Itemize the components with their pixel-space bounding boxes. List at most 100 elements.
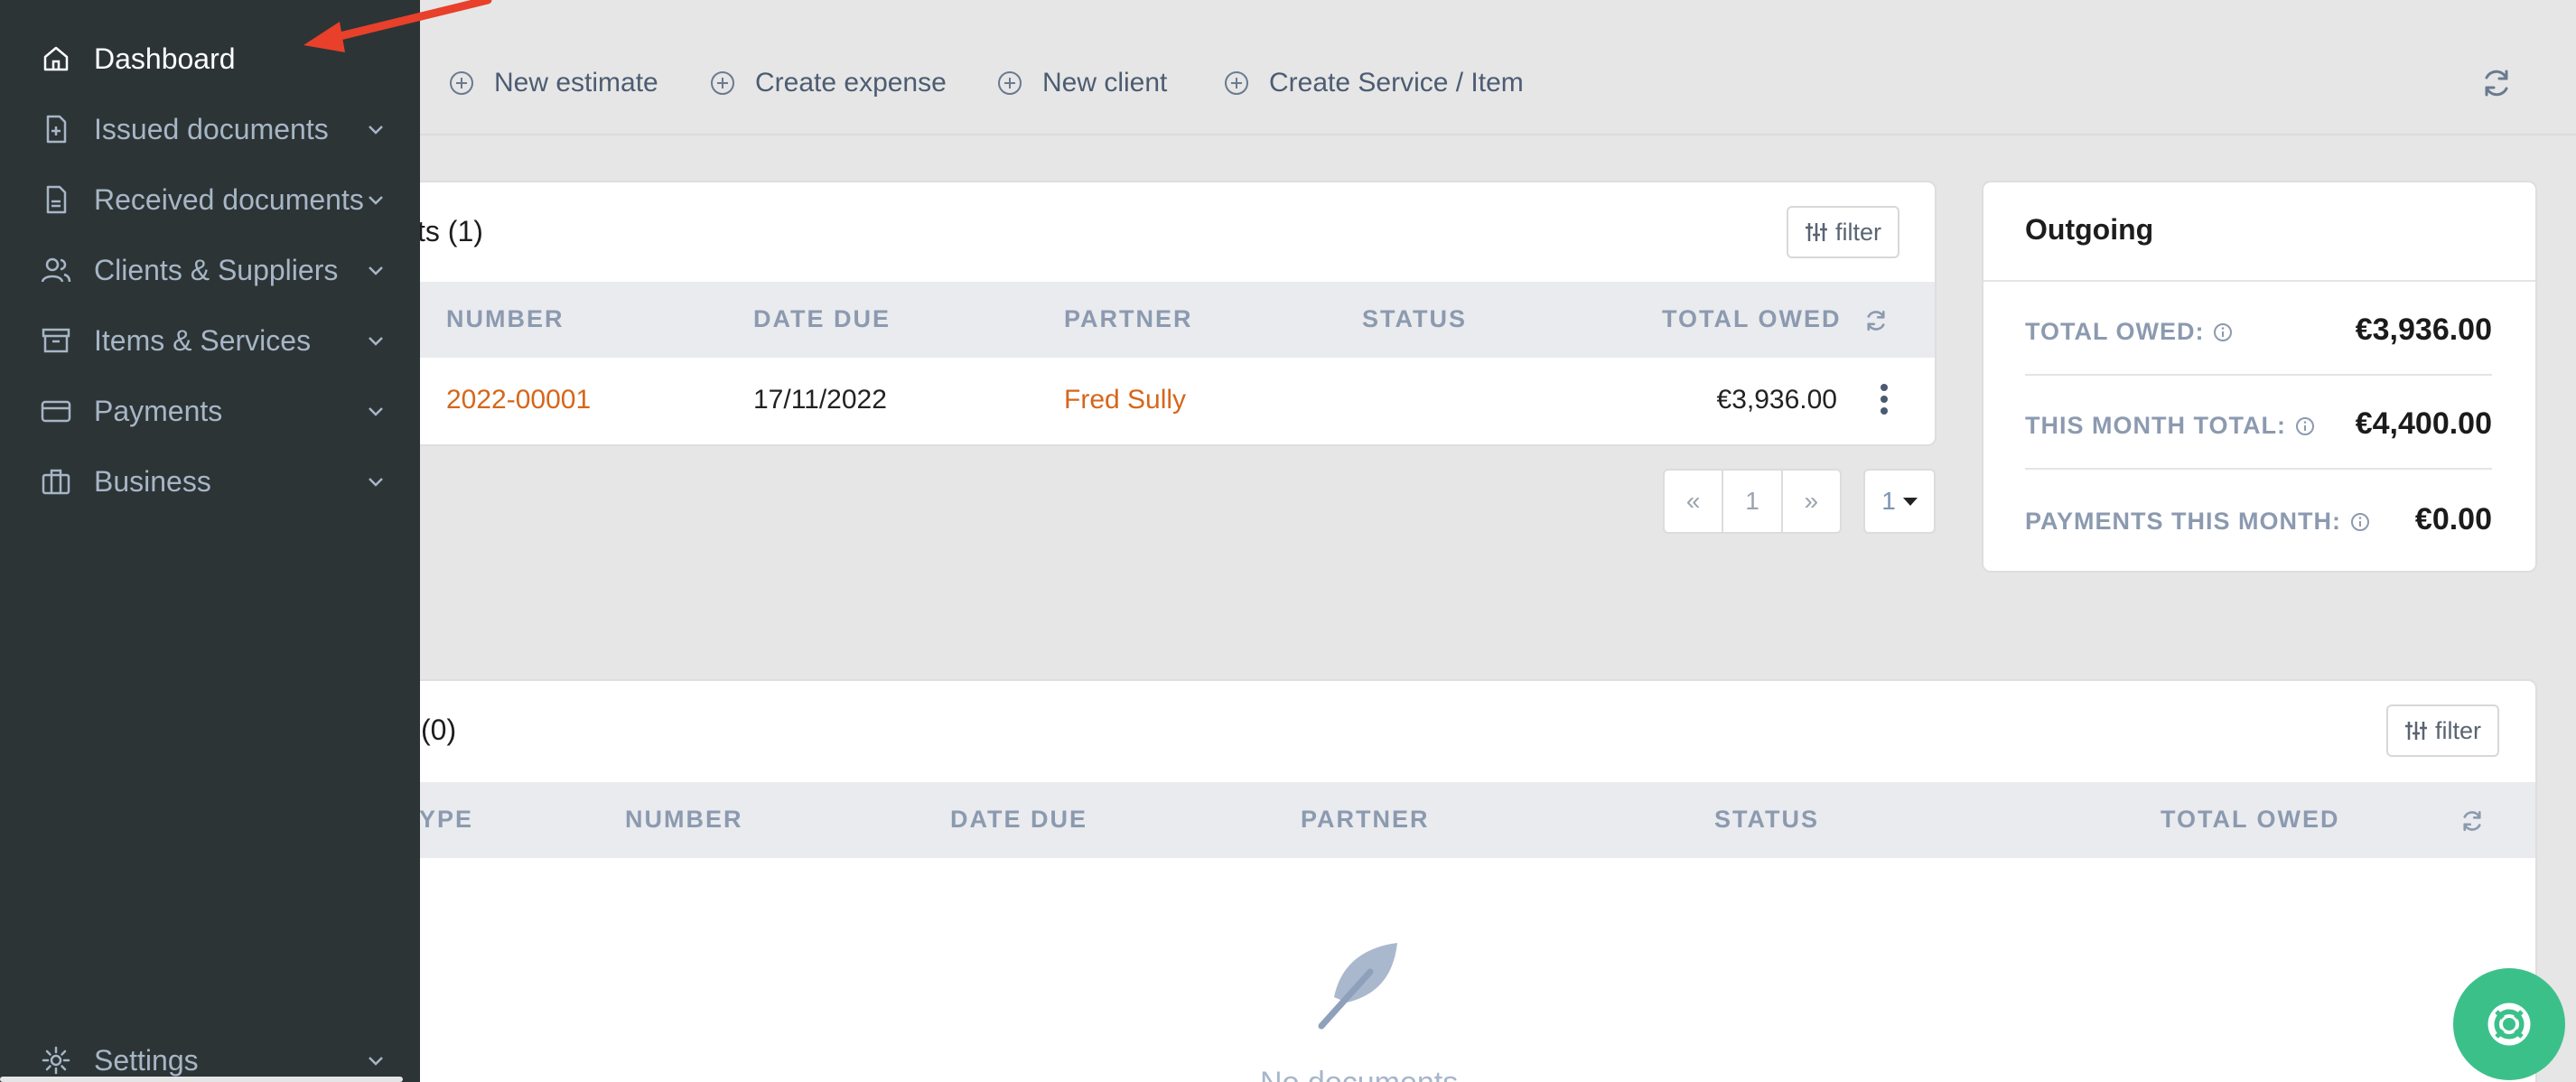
empty-state-text: No documents	[1260, 1066, 1458, 1082]
col-status[interactable]: STATUS	[1362, 305, 1467, 333]
col-number[interactable]: NUMBER	[446, 305, 565, 333]
refresh-icon[interactable]	[2459, 807, 2486, 835]
col-date-due[interactable]: DATE DUE	[753, 305, 891, 333]
chevron-down-icon	[369, 1057, 383, 1066]
gear-icon	[42, 1046, 70, 1075]
annotation-arrow	[303, 0, 492, 52]
info-icon[interactable]	[2295, 416, 2315, 436]
info-icon[interactable]	[2350, 512, 2370, 532]
total-owed-label-text: TOTAL OWED:	[2025, 318, 2205, 345]
issued-card-title: ts (1)	[417, 215, 483, 247]
filter-label: filter	[1835, 218, 1882, 246]
sidebar-item-label: Payments	[94, 394, 223, 427]
new-client-button[interactable]: New client	[997, 65, 1167, 101]
scrollbar[interactable]	[0, 1077, 403, 1082]
info-icon[interactable]	[2213, 322, 2233, 342]
filter-button[interactable]: filter	[2386, 704, 2500, 757]
plus-circle-icon	[998, 71, 1022, 95]
partner-link[interactable]: Fred Sully	[1064, 385, 1186, 415]
chevron-down-icon	[369, 337, 383, 346]
table-row[interactable]: 2022-00001 17/11/2022 Fred Sully €3,936.…	[381, 358, 1935, 444]
total-owed-value: €3,936.00	[2355, 312, 2492, 347]
prev-page-button[interactable]: «	[1665, 471, 1724, 532]
create-expense-label: Create expense	[755, 68, 947, 98]
sidebar-item-label: Received documents	[94, 182, 364, 216]
sidebar-item-payments[interactable]: Payments	[0, 384, 420, 438]
this-month-total-label-text: THIS MONTH TOTAL:	[2025, 412, 2286, 439]
col-total-owed[interactable]: TOTAL OWED	[1662, 305, 1842, 333]
chevron-down-icon	[369, 478, 383, 487]
chevron-down-icon	[369, 407, 383, 416]
col-partner[interactable]: PARTNER	[1064, 305, 1193, 333]
sliders-icon	[2405, 722, 2427, 740]
table-header: YPE NUMBER DATE DUE PARTNER STATUS TOTAL…	[381, 782, 2535, 858]
document-number-link[interactable]: 2022-00001	[446, 385, 591, 415]
per-page-value: 1	[1881, 487, 1896, 515]
col-type[interactable]: YPE	[419, 806, 473, 834]
col-partner[interactable]: PARTNER	[1301, 806, 1430, 834]
filter-button[interactable]: filter	[1787, 206, 1900, 258]
archive-box-icon	[42, 328, 70, 353]
plus-circle-icon	[1225, 71, 1248, 95]
support-button[interactable]	[2453, 968, 2565, 1080]
create-service-button[interactable]: Create Service / Item	[1224, 65, 1524, 101]
sliders-icon	[1806, 223, 1827, 241]
sidebar-item-issued-documents[interactable]: Issued documents	[0, 102, 420, 156]
users-icon	[41, 257, 71, 283]
document-icon	[46, 185, 67, 214]
plus-circle-icon	[711, 71, 734, 95]
col-status[interactable]: STATUS	[1714, 806, 1819, 834]
col-number[interactable]: NUMBER	[625, 806, 743, 834]
new-client-label: New client	[1042, 68, 1168, 98]
caret-down-icon	[1902, 497, 1918, 506]
sidebar-item-label: Business	[94, 464, 211, 498]
this-month-total-value: €4,400.00	[2355, 406, 2492, 441]
sidebar-item-business[interactable]: Business	[0, 454, 420, 508]
briefcase-icon	[42, 469, 70, 495]
refresh-icon[interactable]	[2478, 65, 2515, 101]
sidebar-item-label: Issued documents	[94, 112, 329, 145]
filter-label: filter	[2435, 716, 2482, 744]
new-estimate-label: New estimate	[494, 68, 658, 98]
col-date-due[interactable]: DATE DUE	[950, 806, 1087, 834]
sidebar-item-clients-suppliers[interactable]: Clients & Suppliers	[0, 243, 420, 297]
sidebar: Dashboard Issued documents Received docu…	[0, 0, 420, 1082]
next-page-button[interactable]: »	[1783, 471, 1840, 532]
credit-card-icon	[41, 400, 71, 423]
more-vertical-icon[interactable]	[1879, 383, 1890, 415]
feather-icon	[1318, 943, 1397, 1030]
payments-this-month-label-text: PAYMENTS THIS MONTH:	[2025, 508, 2342, 535]
chevron-down-icon	[369, 266, 383, 275]
create-service-label: Create Service / Item	[1269, 68, 1524, 98]
sidebar-item-settings[interactable]: Settings	[0, 1033, 420, 1082]
payments-this-month-row: PAYMENTS THIS MONTH: €0.00	[2025, 471, 2492, 565]
outgoing-title: Outgoing	[2025, 213, 2154, 246]
received-card-title: (0)	[421, 714, 457, 746]
table-header: NUMBER DATE DUE PARTNER STATUS TOTAL OWE…	[381, 282, 1935, 358]
chevron-down-icon	[369, 196, 383, 205]
create-expense-button[interactable]: Create expense	[710, 65, 947, 101]
home-icon	[43, 46, 69, 71]
payments-this-month-label: PAYMENTS THIS MONTH:	[2025, 508, 2370, 536]
per-page-select[interactable]: 1	[1863, 469, 1936, 534]
date-due-cell: 17/11/2022	[753, 385, 887, 415]
document-plus-icon	[46, 115, 67, 144]
total-owed-cell: €3,936.00	[1716, 385, 1837, 415]
received-documents-card: (0) filter YPE NUMBER DATE DUE PARTNER S…	[379, 679, 2537, 1082]
new-estimate-button[interactable]: New estimate	[449, 65, 658, 101]
this-month-total-label: THIS MONTH TOTAL:	[2025, 412, 2315, 440]
sidebar-item-items-services[interactable]: Items & Services	[0, 313, 420, 368]
total-owed-label: TOTAL OWED:	[2025, 318, 2233, 346]
sidebar-item-received-documents[interactable]: Received documents	[0, 173, 420, 227]
this-month-total-row: THIS MONTH TOTAL: €4,400.00	[2025, 376, 2492, 470]
issued-documents-card: ts (1) filter NUMBER DATE DUE PARTNER ST…	[379, 181, 1937, 446]
sidebar-item-label: Items & Services	[94, 323, 312, 357]
sidebar-item-label: Dashboard	[94, 42, 236, 75]
refresh-icon[interactable]	[1862, 307, 1890, 334]
total-owed-row: TOTAL OWED: €3,936.00	[2025, 282, 2492, 376]
page-number-button[interactable]: 1	[1723, 471, 1783, 532]
plus-circle-icon	[450, 71, 473, 95]
sidebar-item-label: Settings	[94, 1043, 199, 1077]
col-total-owed[interactable]: TOTAL OWED	[2161, 806, 2340, 834]
pagination: « 1 »	[1663, 469, 1842, 534]
